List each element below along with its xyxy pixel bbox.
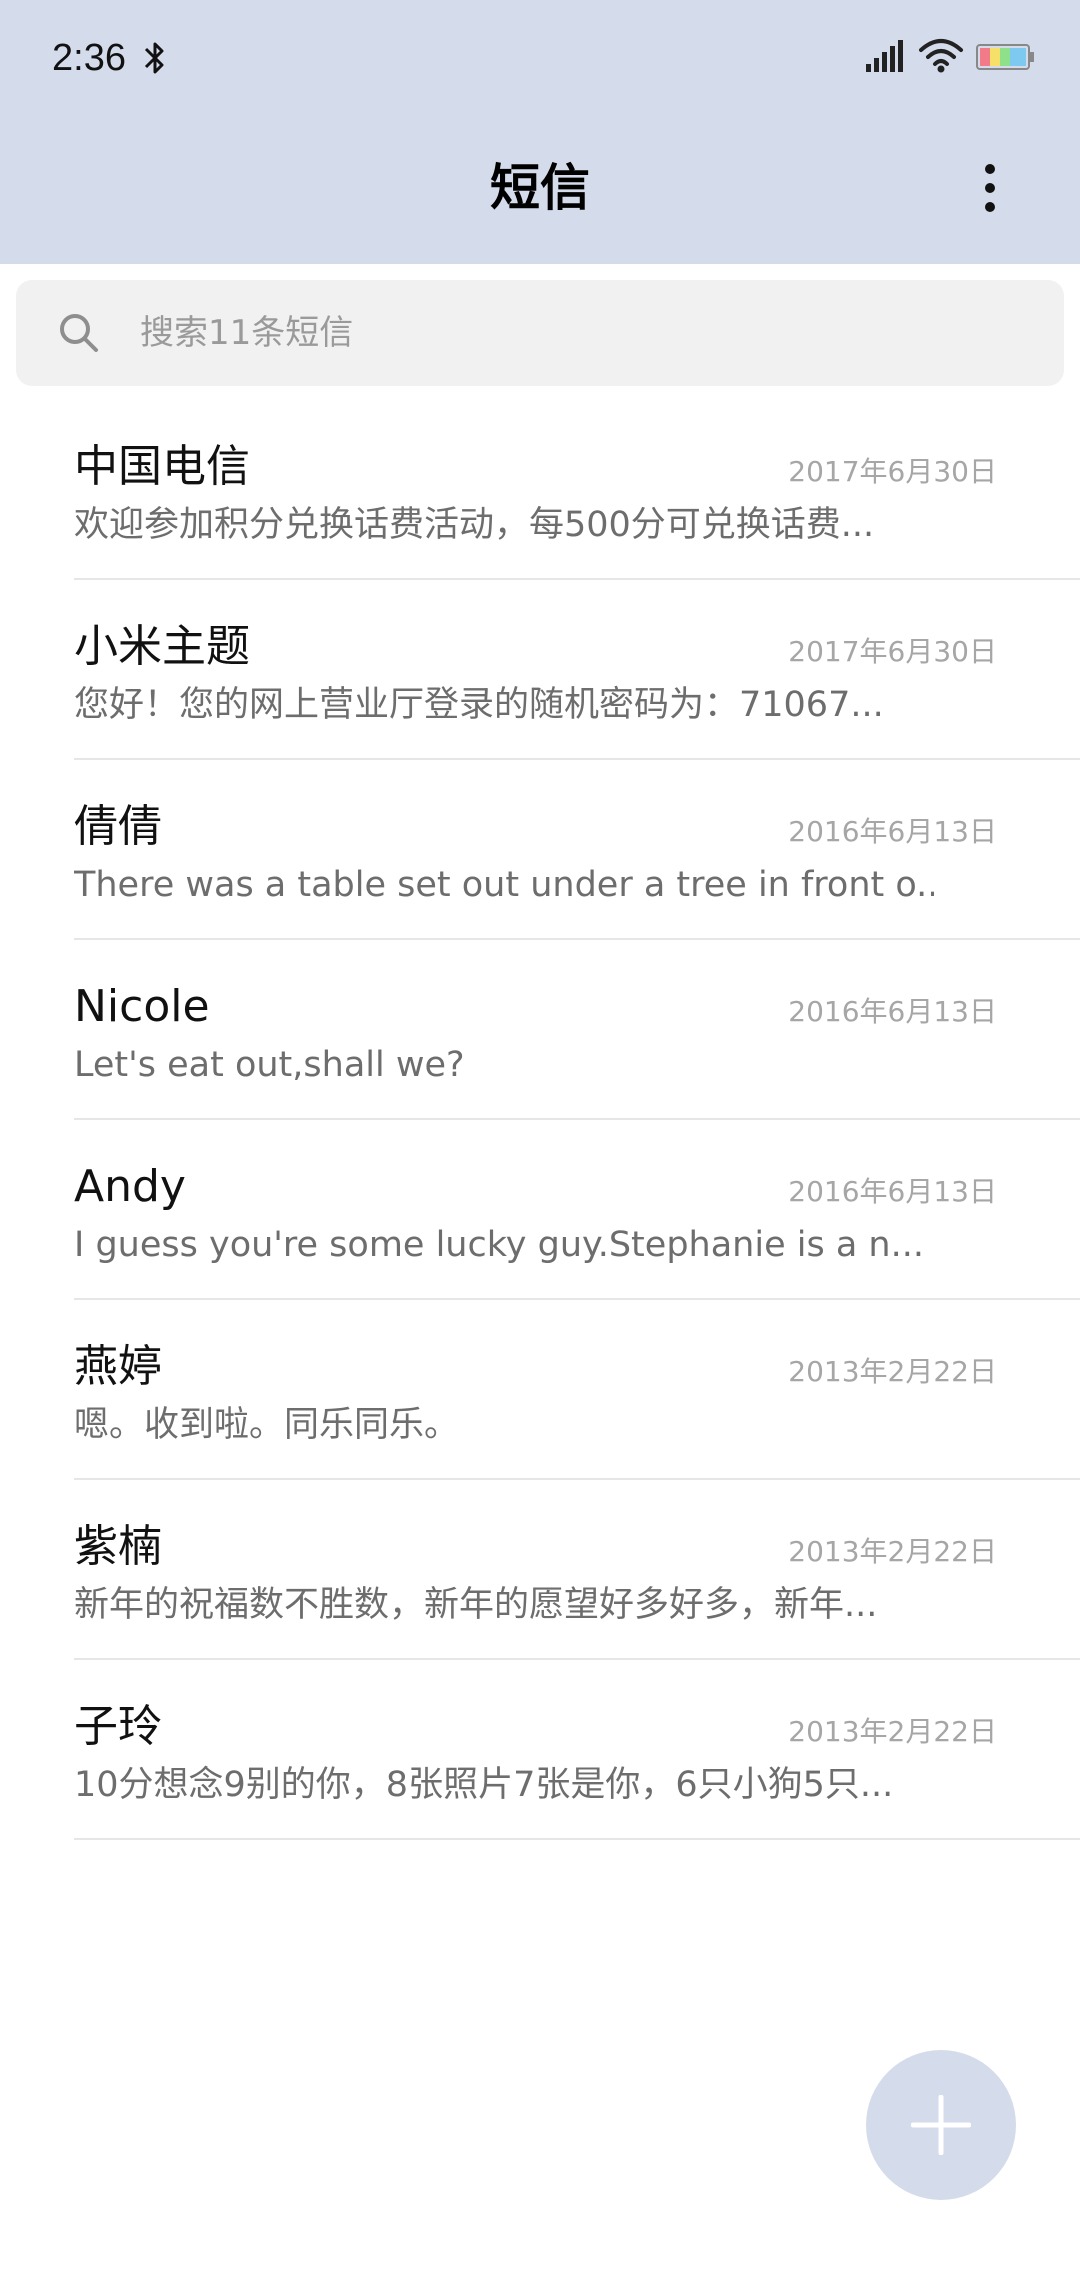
page-title: 短信 — [490, 159, 590, 217]
more-vertical-icon — [985, 183, 995, 193]
message-sender: 子玲 — [74, 1701, 162, 1752]
message-date: 2013年2月22日 — [788, 1535, 997, 1568]
message-item[interactable]: Andy 2016年6月13日 I guess you're some luck… — [74, 1120, 1080, 1300]
status-time: 2:36 — [52, 37, 126, 79]
message-item[interactable]: 燕婷 2013年2月22日 嗯。收到啦。同乐同乐。 — [74, 1300, 1080, 1480]
compose-button[interactable] — [866, 2050, 1016, 2200]
message-date: 2016年6月13日 — [788, 995, 997, 1028]
message-date: 2016年6月13日 — [788, 1175, 997, 1208]
top-bar: 2:36 短信 — [0, 0, 1080, 264]
message-sender: Nicole — [74, 981, 210, 1032]
message-date: 2017年6月30日 — [788, 455, 997, 488]
message-sender: 小米主题 — [74, 621, 250, 672]
more-options-button[interactable] — [960, 150, 1020, 226]
message-item[interactable]: 小米主题 2017年6月30日 您好！您的网上营业厅登录的随机密码为：71067… — [74, 580, 1080, 760]
messages-app: 2:36 短信 搜索11条短信 中国电信 2017年6月30日 欢迎参加积分兑换… — [0, 0, 1080, 2280]
message-item[interactable]: Nicole 2016年6月13日 Let's eat out,shall we… — [74, 940, 1080, 1120]
plus-icon — [911, 2095, 971, 2155]
message-preview: I guess you're some lucky guy.Stephanie … — [74, 1225, 924, 1265]
message-date: 2013年2月22日 — [788, 1355, 997, 1388]
search-placeholder: 搜索11条短信 — [140, 313, 354, 353]
more-vertical-icon — [985, 202, 995, 212]
battery-icon — [976, 44, 1034, 70]
message-item[interactable]: 子玲 2013年2月22日 10分想念9别的你，8张照片7张是你，6只小狗5只.… — [74, 1660, 1080, 1840]
message-date: 2017年6月30日 — [788, 635, 997, 668]
message-preview: 新年的祝福数不胜数，新年的愿望好多好多，新年... — [74, 1585, 878, 1625]
wifi-icon — [919, 39, 963, 73]
message-preview: There was a table set out under a tree i… — [74, 865, 934, 905]
signal-icon — [866, 40, 903, 72]
message-sender: 紫楠 — [74, 1521, 162, 1572]
message-item[interactable]: 紫楠 2013年2月22日 新年的祝福数不胜数，新年的愿望好多好多，新年... — [74, 1480, 1080, 1660]
message-sender: Andy — [74, 1161, 186, 1212]
search-input[interactable]: 搜索11条短信 — [16, 280, 1064, 386]
more-vertical-icon — [985, 164, 995, 174]
message-item[interactable]: 中国电信 2017年6月30日 欢迎参加积分兑换话费活动，每500分可兑换话费.… — [74, 400, 1080, 580]
message-preview: 您好！您的网上营业厅登录的随机密码为：71067... — [74, 685, 884, 725]
message-preview: Let's eat out,shall we? — [74, 1045, 465, 1085]
message-preview: 嗯。收到啦。同乐同乐。 — [74, 1405, 460, 1445]
message-sender: 倩倩 — [74, 801, 162, 852]
bluetooth-icon — [144, 42, 164, 74]
message-sender: 燕婷 — [74, 1341, 162, 1392]
message-preview: 欢迎参加积分兑换话费活动，每500分可兑换话费... — [74, 505, 875, 545]
status-bar: 2:36 — [0, 0, 1080, 118]
search-icon — [60, 314, 98, 352]
message-date: 2013年2月22日 — [788, 1715, 997, 1748]
message-item[interactable]: 倩倩 2016年6月13日 There was a table set out … — [74, 760, 1080, 940]
message-sender: 中国电信 — [74, 441, 250, 492]
message-list: 中国电信 2017年6月30日 欢迎参加积分兑换话费活动，每500分可兑换话费.… — [0, 400, 1080, 1840]
message-date: 2016年6月13日 — [788, 815, 997, 848]
message-preview: 10分想念9别的你，8张照片7张是你，6只小狗5只... — [74, 1765, 894, 1805]
